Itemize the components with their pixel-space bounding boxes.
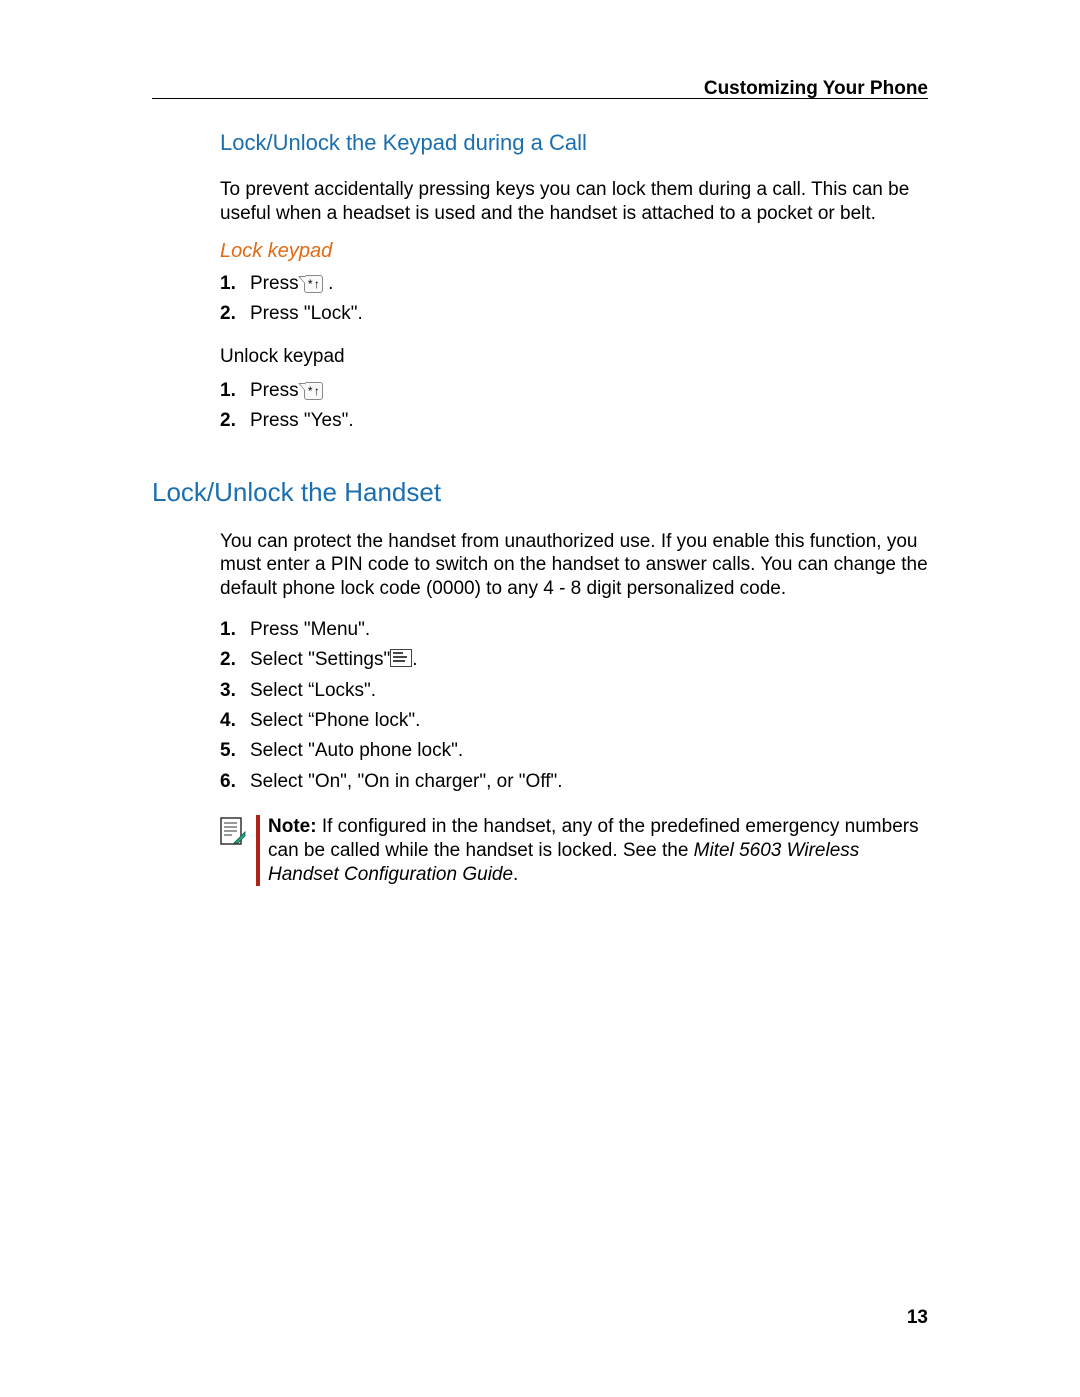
list-item: 6. Select "On", "On in charger", or "Off… [220, 767, 928, 797]
note-icon [220, 817, 246, 847]
list-item: 5. Select "Auto phone lock". [220, 736, 928, 766]
step-number: 1. [220, 376, 236, 406]
step-text: Press [250, 380, 304, 401]
step-text: Select "On", "On in charger", or "Off". [250, 771, 563, 792]
step-text: Select “Phone lock". [250, 710, 420, 731]
section-heading-lock-keypad-call: Lock/Unlock the Keypad during a Call [220, 130, 928, 156]
list-item: 2. Press "Yes". [220, 406, 928, 436]
list-item: 1. Press * ↑ [220, 376, 928, 406]
star-key-icon: * ↑ [304, 382, 323, 400]
unlock-keypad-label: Unlock keypad [220, 343, 928, 372]
step-text: Press "Yes". [250, 410, 354, 431]
step-text: Select "Settings" [250, 649, 390, 670]
settings-icon [390, 649, 412, 667]
step-text: Press "Menu". [250, 619, 370, 640]
section-heading-lock-handset: Lock/Unlock the Handset [152, 477, 928, 508]
step-text-post: . [328, 273, 333, 294]
step-number: 1. [220, 269, 236, 299]
step-number: 4. [220, 706, 236, 736]
step-text-post: . [412, 649, 417, 670]
list-item: 2. Press "Lock". [220, 299, 928, 329]
header-rule [152, 98, 928, 99]
unlock-keypad-steps: 1. Press * ↑ 2. Press "Yes". [220, 376, 928, 437]
star-key-icon: * ↑ [304, 275, 323, 293]
note-icon-cell [220, 815, 256, 852]
note-text: Note: If configured in the handset, any … [268, 815, 928, 886]
subsection-heading-lock-keypad: Lock keypad [220, 240, 928, 263]
step-text: Select "Auto phone lock". [250, 740, 463, 761]
page-number: 13 [907, 1307, 928, 1329]
list-item: 4. Select “Phone lock". [220, 706, 928, 736]
content-area: Lock/Unlock the Keypad during a Call To … [152, 130, 928, 886]
note-label: Note: [268, 816, 322, 837]
list-item: 1. Press "Menu". [220, 615, 928, 645]
step-text: Press [250, 273, 304, 294]
step-text: Select “Locks". [250, 680, 376, 701]
step-text: Press "Lock". [250, 303, 363, 324]
step-number: 1. [220, 615, 236, 645]
note-accent-bar [256, 815, 260, 886]
running-header: Customizing Your Phone [704, 78, 928, 100]
note-block: Note: If configured in the handset, any … [220, 815, 928, 886]
step-number: 5. [220, 736, 236, 766]
step-number: 2. [220, 299, 236, 329]
step-number: 2. [220, 645, 236, 675]
section1-intro: To prevent accidentally pressing keys yo… [220, 178, 928, 226]
lock-keypad-steps: 1. Press * ↑ . 2. Press "Lock". [220, 269, 928, 330]
note-tail: . [513, 864, 518, 885]
step-number: 2. [220, 406, 236, 436]
list-item: 2. Select "Settings". [220, 645, 928, 675]
page: Customizing Your Phone Lock/Unlock the K… [0, 0, 1080, 1397]
lock-handset-steps: 1. Press "Menu". 2. Select "Settings". 3… [220, 615, 928, 797]
section2-intro: You can protect the handset from unautho… [220, 530, 928, 601]
step-number: 6. [220, 767, 236, 797]
step-number: 3. [220, 676, 236, 706]
list-item: 3. Select “Locks". [220, 676, 928, 706]
list-item: 1. Press * ↑ . [220, 269, 928, 299]
